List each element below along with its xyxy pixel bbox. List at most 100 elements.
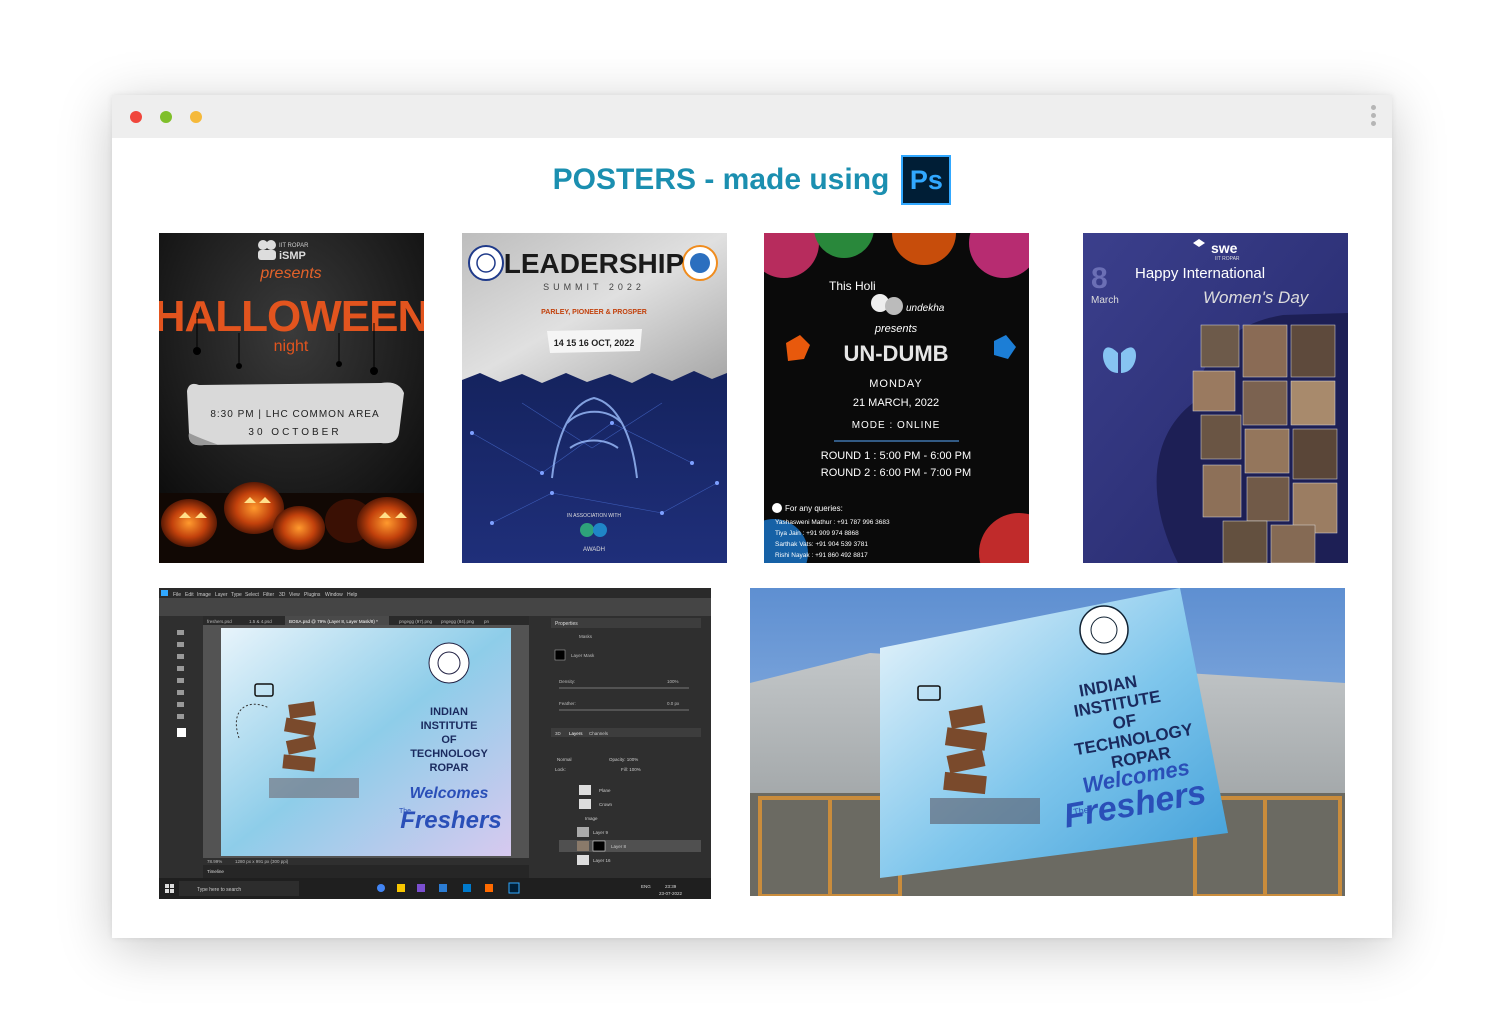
ps-doc-size: 1280 px x 991 px (300 ppi)	[235, 859, 289, 864]
ps-app-icon	[161, 590, 168, 596]
ps-canvas: INDIAN INSTITUTE OF TECHNOLOGY ROPAR Wel…	[221, 628, 511, 856]
kebab-icon[interactable]	[1366, 105, 1380, 129]
ps-zoom: 78.99%	[207, 859, 222, 864]
holi-intro: This Holi	[829, 279, 876, 293]
posters-photoshop-menu-1: Edit	[185, 592, 194, 598]
posters-photoshop-menu-9: Plugins	[304, 592, 321, 598]
posters-photoshop-layers-5: Layer 16	[593, 858, 611, 863]
posters-photoshop-menu-3: Layer	[215, 592, 228, 598]
posters-photoshop-tabs-2: BOSA.psd @ 79% (Layer 8, Layer Mask/8) *	[289, 619, 378, 624]
iit-emblem-icon	[1079, 605, 1129, 655]
posters-photoshop-panel_tabs-2: Channels	[589, 731, 609, 736]
halloween-org: IIT ROPAR	[279, 243, 309, 249]
ps-freshers: Freshers	[400, 807, 501, 834]
womens-day-org-sub: IIT ROPAR	[1215, 256, 1240, 262]
leadership-dates: 14 15 16 OCT, 2022	[554, 338, 635, 348]
womens-day-line2: Women's Day	[1203, 288, 1310, 307]
poster-halloween[interactable]: IIT ROPAR iSMP presents HALLOWEEN night …	[159, 233, 424, 563]
posters-photoshop-menu-11: Help	[347, 592, 358, 598]
leadership-title: LEADERSHIP	[504, 248, 684, 279]
posters-photoshop-menu-7: 3D	[279, 592, 286, 598]
posters-photoshop-fill: Fill: 100%	[621, 767, 641, 772]
posters-photoshop-menu-5: Select	[245, 592, 260, 598]
ps-timeline: Timeline	[207, 869, 224, 874]
posters-photoshop-canvas_lines-0: INDIAN	[430, 706, 468, 718]
banner-photo[interactable]: INDIAN INSTITUTE OF TECHNOLOGY ROPAR Wel…	[750, 588, 1345, 896]
posters-photoshop-tabs-4: pngegg (84).png	[441, 619, 475, 624]
halloween-time-venue: 8:30 PM | LHC COMMON AREA	[210, 409, 379, 420]
posters-photoshop-blend: Normal	[557, 757, 572, 762]
posters-photoshop-layers-0: Plane	[599, 788, 611, 793]
ps-layer-mask: Layer Mask	[571, 653, 595, 658]
halloween-presents: presents	[259, 265, 321, 282]
holi-title: UN-DUMB	[843, 341, 948, 366]
photoshop-logo-icon: Ps	[901, 155, 952, 205]
holi-contact2: Tiya Jain : +91 909 974 8868	[775, 530, 859, 537]
ps-feather-value: 0.0 px	[667, 701, 680, 706]
window-titlebar	[112, 95, 1392, 138]
ps-welcomes: Welcomes	[410, 785, 489, 802]
womens-day-month: March	[1091, 295, 1119, 306]
posters-photoshop-layers-2: Image	[585, 816, 598, 821]
holi-contact3: Sarthak Vats: +91 904 539 3781	[775, 541, 868, 548]
halloween-title: HALLOWEEN	[159, 292, 424, 341]
holi-contact1: Yashasweni Mathur : +91 787 996 3683	[775, 519, 890, 526]
minimize-dot[interactable]	[160, 111, 172, 123]
holi-date: 21 MARCH, 2022	[853, 397, 939, 409]
leadership-subtitle: SUMMIT 2022	[543, 282, 645, 292]
halloween-subtitle: night	[274, 338, 309, 355]
halloween-date: 30 OCTOBER	[248, 427, 341, 438]
posters-photoshop-opacity: Opacity: 100%	[609, 757, 638, 762]
ps-properties: Properties	[555, 621, 578, 627]
posters-photoshop-tabs-5: pn	[484, 619, 490, 624]
holi-presents: presents	[874, 323, 918, 335]
holi-round2: ROUND 2 : 6:00 PM - 7:00 PM	[821, 467, 971, 479]
holi-mode: MODE : ONLINE	[852, 420, 941, 431]
posters-photoshop-menu-6: Filter	[263, 592, 274, 598]
holi-club: undekha	[906, 303, 945, 314]
ps-density-value: 100%	[667, 679, 679, 684]
posters-photoshop-menu-2: Image	[197, 592, 211, 598]
phone-icon	[772, 503, 782, 513]
posters-photoshop-canvas_lines-2: OF	[441, 734, 457, 746]
posters-photoshop-lock: Lock:	[555, 767, 566, 772]
poster-leadership-summit[interactable]: LEADERSHIP SUMMIT 2022 PARLEY, PIONEER &…	[462, 233, 727, 563]
posters-photoshop-menu-8: View	[289, 592, 300, 598]
leadership-association: IN ASSOCIATION WITH	[567, 513, 621, 519]
photoshop-screenshot[interactable]: File Edit Image Layer Type Select Filter…	[159, 588, 711, 899]
leadership-tagline: PARLEY, PIONEER & PROSPER	[541, 309, 647, 316]
ps-density: Density:	[559, 679, 575, 684]
maximize-dot[interactable]	[190, 111, 202, 123]
poster-womens-day[interactable]: swe IIT ROPAR 8 March Happy Internationa…	[1083, 233, 1348, 563]
posters-photoshop-menu-0: File	[173, 592, 181, 598]
holi-queries: For any queries:	[785, 504, 843, 513]
browser-window: POSTERS - made using Ps IIT ROPAR iSMP p…	[112, 95, 1392, 938]
ps-feather: Feather:	[559, 701, 576, 706]
posters-photoshop-layers-4: Layer 8	[611, 844, 627, 849]
holi-contact4: Rishi Nayak : +91 860 492 8817	[775, 552, 868, 559]
posters-photoshop-panel_tabs-1: Layers	[569, 731, 583, 736]
posters-photoshop-panel_tabs-0: 3D	[555, 731, 562, 736]
posters-photoshop-layers-1: Crown	[599, 802, 613, 807]
womens-day-date-num: 8	[1091, 262, 1108, 295]
posters-photoshop-canvas_lines-3: TECHNOLOGY	[410, 748, 488, 760]
posters-photoshop-tabs-1: 1.5 & 4.psd	[249, 619, 272, 624]
womens-day-org: swe	[1211, 240, 1238, 256]
holi-round1: ROUND 1 : 5:00 PM - 6:00 PM	[821, 450, 971, 462]
womens-day-line1: Happy International	[1135, 265, 1265, 282]
holi-day: MONDAY	[869, 378, 922, 390]
ps-masks: Masks	[579, 634, 593, 639]
taskbar-date: 23-07-2022	[659, 891, 683, 896]
posters-photoshop-menu-4: Type	[231, 592, 242, 598]
posters-photoshop-tabs-3: pngegg (97).png	[399, 619, 433, 624]
taskbar-search: Type here to search	[197, 887, 241, 893]
posters-photoshop-canvas_lines-4: ROPAR	[430, 762, 469, 774]
taskbar-lang: ENG	[641, 884, 651, 889]
close-dot[interactable]	[130, 111, 142, 123]
iit-emblem-icon	[428, 642, 470, 684]
halloween-org-short: iSMP	[279, 250, 306, 262]
posters-photoshop-layers-3: Layer 9	[593, 830, 609, 835]
posters-photoshop-tabs-0: freshers.psd	[207, 619, 232, 624]
posters-photoshop-canvas_lines-1: INSTITUTE	[421, 720, 478, 732]
poster-holi-undumb[interactable]: This Holi undekha presents UN-DUMB MONDA…	[764, 233, 1029, 563]
